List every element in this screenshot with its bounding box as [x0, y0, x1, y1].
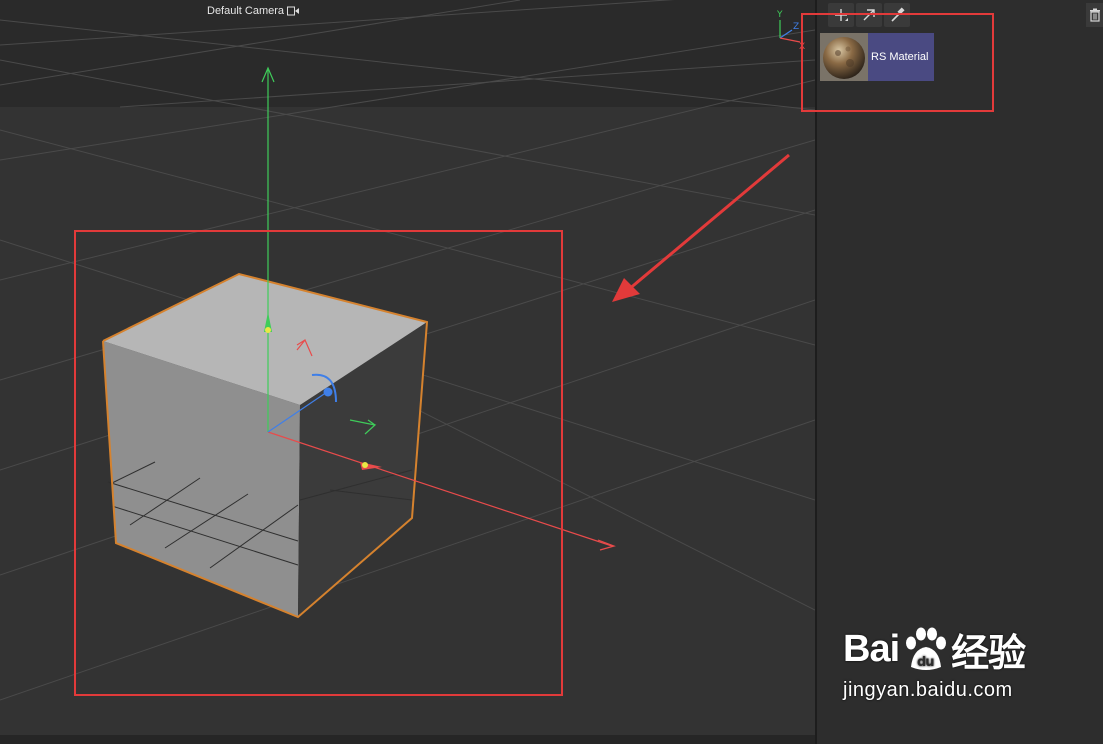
x-axis-arrow[interactable] — [597, 539, 616, 551]
plus-icon — [835, 9, 848, 21]
arrow-up-right-icon — [863, 9, 875, 21]
3d-viewport[interactable]: Default Camera Y Z X — [0, 0, 815, 735]
watermark-brand-left: Bai — [843, 628, 900, 670]
trash-icon — [1089, 8, 1100, 22]
y-handle-dot — [265, 327, 271, 333]
baidu-watermark: Bai du 经验 jingyan.baidu.com — [843, 622, 1053, 722]
watermark-brand-suffix: 经验 — [951, 633, 1026, 675]
viewport-bottom-strip — [0, 735, 815, 744]
axis-label-z: Z — [793, 22, 799, 32]
paw-icon: du — [906, 627, 947, 670]
viewport-scene — [0, 0, 815, 701]
material-thumbnail[interactable] — [820, 33, 868, 81]
axis-label-y: Y — [776, 10, 783, 20]
material-toolbar — [828, 3, 910, 27]
add-material-button[interactable] — [828, 3, 854, 27]
watermark-url: jingyan.baidu.com — [843, 679, 1013, 701]
view-axis-gizmo: Y Z X — [776, 10, 805, 50]
axis-label-x: X — [799, 42, 805, 50]
apply-material-button[interactable] — [856, 3, 882, 27]
material-name-label: RS Material — [868, 33, 934, 81]
watermark-brand-right: du — [917, 655, 934, 670]
x-handle-dot — [362, 462, 368, 468]
camera-label-text: Default Camera — [207, 5, 285, 17]
eyedropper-icon — [891, 7, 905, 22]
camera-menu[interactable]: Default Camera — [207, 5, 300, 17]
watermark-logo: Bai du 经验 — [843, 622, 1053, 677]
pick-material-button[interactable] — [884, 3, 910, 27]
material-sphere-icon — [820, 33, 868, 81]
z-move-handle[interactable] — [323, 387, 333, 397]
camera-icon — [287, 6, 300, 16]
delete-material-button[interactable] — [1086, 3, 1103, 27]
material-item-rs-material[interactable]: RS Material — [820, 33, 934, 81]
